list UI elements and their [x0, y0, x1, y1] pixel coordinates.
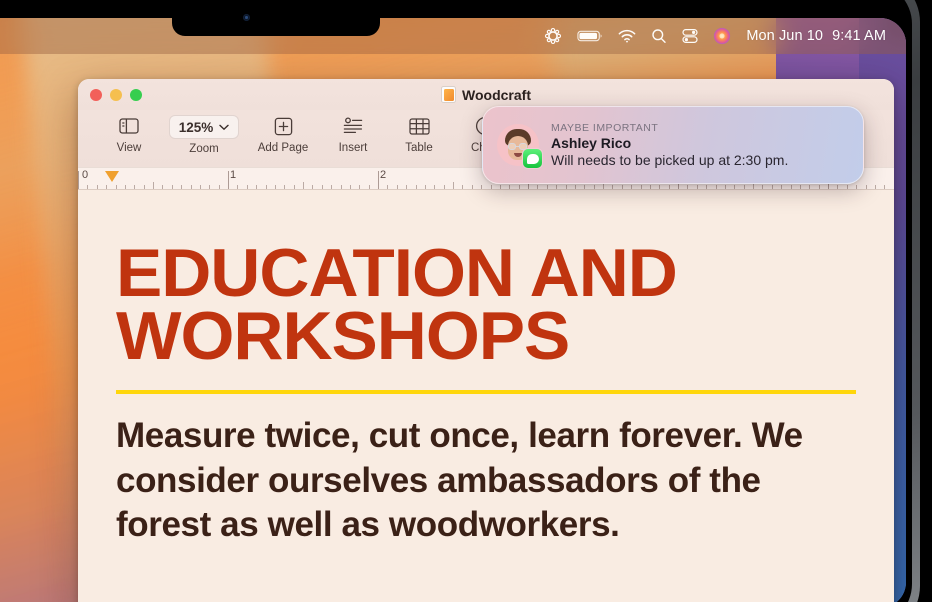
- notification-banner[interactable]: MAYBE IMPORTANT Ashley Rico Will needs t…: [482, 106, 864, 184]
- document-title-text: Woodcraft: [462, 86, 531, 103]
- notification-sender: Ashley Rico: [551, 135, 632, 151]
- sidebar-icon: [119, 114, 139, 138]
- notification-message: Will needs to be picked up at 2:30 pm.: [551, 152, 789, 168]
- document-title-group[interactable]: Woodcraft: [78, 86, 894, 103]
- toolbar-insert-button[interactable]: Insert: [320, 114, 386, 154]
- menu-bar: Mon Jun 10 9:41 AM: [0, 18, 906, 54]
- toolbar-view-label: View: [116, 142, 142, 154]
- document-body-text: Measure twice, cut once, learn forever. …: [116, 416, 803, 544]
- ruler-tick: [303, 182, 304, 189]
- menu-bar-date: Mon Jun 10: [746, 28, 824, 44]
- notification-content: MAYBE IMPORTANT Ashley Rico Will needs t…: [551, 122, 788, 168]
- toolbar-table-label: Table: [405, 142, 433, 154]
- pages-document-icon: [441, 86, 457, 103]
- document-canvas[interactable]: EDUCATION AND WORKSHOPS Measure twice, c…: [78, 189, 894, 602]
- toolbar-zoom-control[interactable]: 125% Zoom: [162, 114, 246, 155]
- ruler-tick: [378, 171, 379, 189]
- ruler-tick: [78, 171, 79, 189]
- control-center-icon[interactable]: [682, 28, 698, 44]
- zoom-dropdown[interactable]: 125%: [168, 115, 240, 139]
- toolbar-add-page-button[interactable]: Add Page: [246, 114, 320, 154]
- headline-divider: [116, 390, 856, 395]
- desktop-wallpaper: Mon Jun 10 9:41 AM Woodcraft View 125% Z…: [0, 18, 906, 602]
- search-icon[interactable]: [651, 28, 667, 44]
- ruler-mark-2: 2: [380, 169, 387, 181]
- toolbar-add-page-label: Add Page: [257, 142, 309, 154]
- table-grid-icon: [408, 114, 430, 138]
- zoom-value: 125%: [178, 119, 214, 135]
- toolbar-zoom-label: Zoom: [189, 143, 219, 155]
- ruler-mark-1: 1: [230, 169, 237, 181]
- siri-icon[interactable]: [544, 27, 562, 45]
- display-notch: [172, 0, 380, 36]
- ruler-tick: [228, 171, 229, 189]
- ruler-tick: [153, 182, 154, 189]
- macbook-screen: Mon Jun 10 9:41 AM Woodcraft View 125% Z…: [0, 0, 932, 602]
- wifi-icon[interactable]: [618, 29, 636, 43]
- ruler-mark-0: 0: [82, 169, 89, 181]
- plus-box-icon: [274, 114, 293, 138]
- insert-icon: [343, 114, 363, 138]
- toolbar-view-button[interactable]: View: [96, 114, 162, 154]
- toolbar-insert-label: Insert: [338, 142, 368, 154]
- toolbar-table-button[interactable]: Table: [386, 114, 452, 154]
- notification-kicker: MAYBE IMPORTANT: [551, 122, 659, 134]
- menu-bar-clock[interactable]: Mon Jun 10 9:41 AM: [746, 28, 886, 44]
- photos-icon[interactable]: [713, 27, 731, 45]
- chevron-down-icon: [219, 124, 229, 130]
- camera-icon: [243, 14, 250, 21]
- menu-bar-time: 9:41 AM: [832, 28, 886, 44]
- battery-icon[interactable]: [577, 29, 603, 43]
- paragraph-tab-marker[interactable]: [105, 171, 119, 182]
- messages-icon: [522, 148, 543, 169]
- document-headline: EDUCATION AND WORKSHOPS: [116, 235, 678, 375]
- notification-avatar-wrap: [497, 124, 543, 169]
- ruler-tick: [453, 182, 454, 189]
